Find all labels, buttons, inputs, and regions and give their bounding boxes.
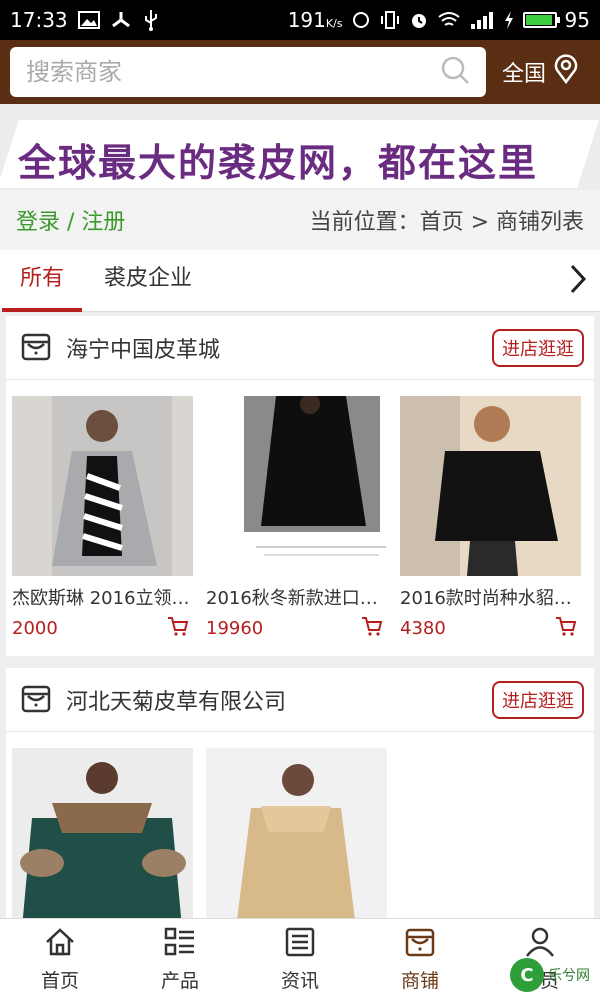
search-input[interactable] xyxy=(26,58,440,86)
vibrate-icon xyxy=(379,10,401,30)
product-item[interactable] xyxy=(12,748,193,928)
nav-shops-label: 商铺 xyxy=(400,969,439,992)
bottom-navigation: 首页 产品 资讯 商铺 会员 C 乐兮网 xyxy=(0,918,600,1000)
nav-products[interactable]: 产品 xyxy=(120,919,240,1000)
nav-home[interactable]: 首页 xyxy=(0,919,120,1000)
category-tabs: 所有 裘皮企业 xyxy=(0,250,600,312)
app-header: 全国 xyxy=(0,40,600,104)
nav-news-label: 资讯 xyxy=(280,969,319,992)
promo-banner[interactable]: 全球最大的裘皮网，都在这里 xyxy=(0,104,600,190)
product-name: 杰欧斯琳 2016立领… xyxy=(12,588,190,609)
store-icon xyxy=(20,682,52,718)
alarm-icon xyxy=(409,10,429,30)
watermark-logo-icon: C xyxy=(510,958,544,992)
shop-card: 海宁中国皮革城 进店逛逛 杰欧斯琳 2016立领… 2000 2016秋冬新款进… xyxy=(6,316,594,656)
product-item[interactable] xyxy=(206,748,387,928)
location-pin-icon xyxy=(552,54,580,90)
image-notification-icon xyxy=(77,11,100,29)
shop-card: 河北天菊皮草有限公司 进店逛逛 xyxy=(6,668,594,928)
shop-icon xyxy=(404,927,436,962)
nav-home-label: 首页 xyxy=(40,969,79,992)
product-list xyxy=(6,732,594,928)
news-icon xyxy=(284,927,316,962)
product-image[interactable] xyxy=(206,396,387,576)
product-list: 杰欧斯琳 2016立领… 2000 2016秋冬新款进口… 19960 2016… xyxy=(6,380,594,640)
product-image[interactable] xyxy=(206,748,387,928)
nav-shops[interactable]: 商铺 xyxy=(360,919,480,1000)
region-selector[interactable]: 全国 xyxy=(502,54,580,90)
store-icon xyxy=(20,330,52,366)
product-image[interactable] xyxy=(400,396,581,576)
status-time: 17:33 xyxy=(10,8,68,32)
nav-products-label: 产品 xyxy=(160,969,199,992)
network-speed: 191K/s xyxy=(287,8,343,32)
product-image[interactable] xyxy=(12,396,193,576)
cart-icon[interactable] xyxy=(555,616,577,640)
user-icon xyxy=(524,927,556,962)
product-price: 4380 xyxy=(400,617,446,639)
chevron-right-icon[interactable] xyxy=(568,263,600,299)
signal-icon xyxy=(469,10,495,30)
status-bar: 17:33 191K/s 95 xyxy=(0,0,600,40)
login-register-link[interactable]: 登录 / 注册 xyxy=(16,204,125,236)
shop-card-header: 海宁中国皮革城 进店逛逛 xyxy=(6,316,594,380)
shop-name[interactable]: 海宁中国皮革城 xyxy=(66,332,220,364)
cart-icon[interactable] xyxy=(361,616,383,640)
region-label: 全国 xyxy=(502,62,547,87)
product-price: 19960 xyxy=(206,617,264,639)
search-box[interactable] xyxy=(10,47,486,97)
charging-icon xyxy=(503,10,515,30)
info-row: 登录 / 注册 当前位置：首页 > 商铺列表 xyxy=(0,190,600,250)
product-item[interactable]: 2016秋冬新款进口… 19960 xyxy=(206,396,387,640)
product-name: 2016款时尚种水貂… xyxy=(400,588,572,609)
product-item[interactable]: 2016款时尚种水貂… 4380 xyxy=(400,396,581,640)
enter-shop-button[interactable]: 进店逛逛 xyxy=(492,328,584,367)
shop-card-header: 河北天菊皮草有限公司 进店逛逛 xyxy=(6,668,594,732)
list-icon xyxy=(164,927,196,962)
banner-text: 全球最大的裘皮网，都在这里 xyxy=(18,141,539,185)
breadcrumb: 当前位置：首页 > 商铺列表 xyxy=(309,210,584,235)
product-item[interactable]: 杰欧斯琳 2016立领… 2000 xyxy=(12,396,193,640)
watermark: C 乐兮网 xyxy=(510,958,590,992)
product-name: 2016秋冬新款进口… xyxy=(206,588,378,609)
tab-all[interactable]: 所有 xyxy=(0,250,84,312)
product-price: 2000 xyxy=(12,617,58,639)
search-icon[interactable] xyxy=(440,55,470,89)
nav-news[interactable]: 资讯 xyxy=(240,919,360,1000)
tab-fur-enterprises[interactable]: 裘皮企业 xyxy=(84,250,212,312)
enter-shop-button[interactable]: 进店逛逛 xyxy=(492,680,584,719)
product-image[interactable] xyxy=(12,748,193,928)
battery-percent: 95 xyxy=(564,8,590,32)
sync-icon xyxy=(351,10,371,30)
watermark-text: 乐兮网 xyxy=(548,968,590,984)
share-notification-icon xyxy=(110,10,132,30)
usb-icon xyxy=(142,9,160,31)
battery-icon xyxy=(522,12,560,28)
shop-name[interactable]: 河北天菊皮草有限公司 xyxy=(66,684,286,716)
cart-icon[interactable] xyxy=(167,616,189,640)
wifi-icon xyxy=(437,11,461,29)
home-icon xyxy=(44,927,76,962)
